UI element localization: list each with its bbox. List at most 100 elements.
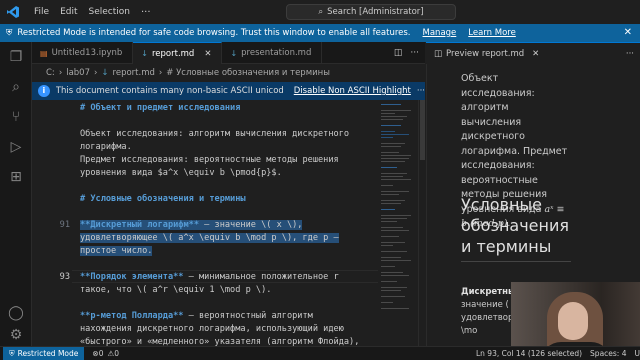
restricted-mode-banner: ⛨ Restricted Mode is intended for safe c… bbox=[0, 24, 640, 42]
search-icon[interactable]: ⌕ bbox=[7, 78, 25, 96]
code-line[interactable] bbox=[32, 258, 378, 270]
learn-more-link[interactable]: Learn More bbox=[468, 28, 516, 38]
account-icon[interactable]: ◯ bbox=[7, 304, 25, 322]
activity-bar: ❐ ⌕ ⑂ ▷ ⊞ ◯ ⚙ bbox=[0, 42, 32, 346]
code-line[interactable] bbox=[32, 115, 378, 127]
warnings-icon[interactable]: ⚠ bbox=[107, 349, 114, 358]
restricted-mode-indicator[interactable]: ⛨ Restricted Mode bbox=[3, 346, 85, 360]
tab-presentation[interactable]: ↓ presentation.md bbox=[222, 42, 323, 64]
minimap-line bbox=[381, 266, 395, 267]
cursor-position[interactable]: Ln 93, Col 14 (126 selected) bbox=[476, 349, 582, 358]
code-line[interactable]: такое, что \( a^r \equiv 1 \mod p \). bbox=[32, 284, 378, 296]
menu-edit[interactable]: Edit bbox=[60, 7, 77, 17]
minimap-line bbox=[381, 260, 411, 261]
code-line[interactable]: # Условные обозначения и термины bbox=[32, 193, 378, 205]
code-editor[interactable]: # Объект и предмет исследования Объект ис… bbox=[32, 100, 378, 346]
command-search-box[interactable]: ⌕ Search [Administrator] bbox=[286, 4, 456, 20]
minimap-line bbox=[381, 287, 407, 288]
minimap[interactable] bbox=[378, 100, 418, 346]
split-editor-icon[interactable]: ◫ bbox=[394, 48, 403, 58]
status-bar: ⛨ Restricted Mode ⊗ 0 ⚠ 0 Ln 93, Col 14 … bbox=[0, 346, 640, 360]
line-number: 91 bbox=[59, 220, 70, 230]
editor-scrollbar[interactable] bbox=[418, 100, 425, 346]
code-token: — вероятностный алгоритм bbox=[183, 311, 313, 321]
run-debug-icon[interactable]: ▷ bbox=[7, 138, 25, 156]
code-line[interactable]: уровнения вида $a^x \equiv b \pmod{p}$. bbox=[32, 167, 378, 179]
preview-icon: ◫ bbox=[434, 48, 443, 59]
code-token: # Условные обозначения и термины bbox=[80, 194, 246, 204]
minimap-line bbox=[381, 110, 411, 111]
unicode-warning-message: This document contains many non-basic AS… bbox=[55, 86, 284, 96]
code-line[interactable]: Объект исследования: алгоритм вычисления… bbox=[32, 128, 378, 140]
minimap-line bbox=[381, 275, 409, 276]
breadcrumb-drive[interactable]: C: bbox=[46, 68, 55, 78]
indentation[interactable]: Spaces: 4 bbox=[590, 349, 626, 358]
code-line[interactable]: # Объект и предмет исследования bbox=[32, 102, 378, 114]
close-tab-icon[interactable]: ✕ bbox=[532, 49, 539, 59]
search-label: Search [Administrator] bbox=[327, 7, 424, 17]
minimap-line bbox=[381, 236, 399, 237]
code-token: логарифма. bbox=[80, 142, 132, 152]
errors-count[interactable]: 0 bbox=[99, 349, 104, 358]
code-token: такое, что \( a^r \equiv 1 \mod p \). bbox=[80, 285, 272, 295]
code-line[interactable]: 91 **Дискретный логарифм** — значение \( … bbox=[32, 219, 378, 231]
restricted-mode-label: Restricted Mode bbox=[17, 349, 79, 358]
menu-file[interactable]: File bbox=[34, 7, 49, 17]
code-line[interactable]: «быстрого» и «медленного» указателя (алг… bbox=[32, 336, 378, 346]
vscode-logo-icon bbox=[6, 5, 20, 19]
code-text: логарифма. bbox=[80, 141, 132, 153]
code-line[interactable]: удовлетворяющее \( a^x \equiv b \mod p \… bbox=[32, 232, 378, 244]
warnings-count[interactable]: 0 bbox=[114, 349, 119, 358]
explorer-icon[interactable]: ❐ bbox=[7, 48, 25, 66]
code-token: простое число. bbox=[80, 246, 153, 256]
breadcrumb-folder[interactable]: lab07 bbox=[66, 68, 90, 78]
more-actions-icon[interactable]: ··· bbox=[410, 48, 419, 58]
shield-icon: ⛨ bbox=[6, 28, 13, 38]
menu-selection[interactable]: Selection bbox=[89, 7, 130, 17]
more-actions-icon[interactable]: ··· bbox=[626, 49, 634, 59]
code-line[interactable]: 93 **Порядок элемента** — минимальное пол… bbox=[32, 271, 378, 283]
close-icon[interactable]: ✕ bbox=[624, 27, 632, 38]
code-line[interactable] bbox=[32, 297, 378, 309]
code-text: удовлетворяющее \( a^x \equiv b \mod p \… bbox=[80, 232, 339, 244]
minimap-line bbox=[381, 191, 409, 192]
tab-report[interactable]: ↓ report.md ✕ bbox=[133, 42, 223, 64]
editor-tabs: ▤ Untitled13.ipynb ↓ report.md ✕ ↓ prese… bbox=[32, 42, 425, 64]
more-options-icon[interactable]: ··· bbox=[417, 86, 425, 96]
code-line[interactable]: нахождения дискретного логарифма, исполь… bbox=[32, 323, 378, 335]
tab-preview-report[interactable]: ◫ Preview report.md ✕ ··· bbox=[426, 42, 640, 64]
code-token: нахождения дискретного логарифма, исполь… bbox=[80, 324, 344, 334]
minimap-line bbox=[381, 203, 401, 204]
unicode-highlight-banner: i This document contains many non-basic … bbox=[32, 82, 425, 100]
code-token: удовлетворяющее \( a^x \equiv b \mod p \… bbox=[80, 233, 339, 243]
disable-ascii-highlight-link[interactable]: Disable Non ASCII Highlight bbox=[294, 86, 411, 96]
minimap-line bbox=[381, 221, 397, 222]
close-tab-icon[interactable]: ✕ bbox=[204, 49, 211, 59]
vscode-window: File Edit Selection ··· ← → ⌕ Search [Ad… bbox=[0, 0, 640, 360]
code-text: Объект исследования: алгоритм вычисления… bbox=[80, 128, 349, 140]
code-line[interactable] bbox=[32, 180, 378, 192]
markdown-file-icon: ↓ bbox=[141, 49, 148, 58]
code-line[interactable]: **p-метод Полларда** — вероятностный алг… bbox=[32, 310, 378, 322]
scrollbar-thumb[interactable] bbox=[420, 100, 425, 160]
extensions-icon[interactable]: ⊞ bbox=[7, 168, 25, 186]
manage-gear-icon[interactable]: ⚙ bbox=[7, 326, 25, 344]
tab-untitled13[interactable]: ▤ Untitled13.ipynb bbox=[32, 42, 134, 64]
code-token: Объект исследования: алгоритм вычисления… bbox=[80, 129, 350, 139]
menu-more-icon[interactable]: ··· bbox=[141, 7, 151, 18]
source-control-icon[interactable]: ⑂ bbox=[7, 108, 25, 126]
code-text: # Условные обозначения и термины bbox=[80, 193, 246, 205]
notebook-file-icon: ▤ bbox=[40, 48, 48, 58]
code-line[interactable] bbox=[32, 206, 378, 218]
minimap-line bbox=[381, 143, 405, 144]
code-line[interactable]: логарифма. bbox=[32, 141, 378, 153]
preview-bold-term: Дискретны bbox=[461, 287, 516, 297]
manage-link[interactable]: Manage bbox=[423, 28, 457, 38]
code-line[interactable]: простое число. bbox=[32, 245, 378, 257]
code-line[interactable]: Предмет исследования: вероятностные мето… bbox=[32, 154, 378, 166]
code-token: # Объект и предмет исследования bbox=[80, 103, 241, 113]
encoding[interactable]: U bbox=[635, 349, 640, 358]
code-text: **Дискретный логарифм** — значение \( x … bbox=[80, 219, 303, 231]
breadcrumb-section[interactable]: # Условные обозначения и термины bbox=[166, 68, 330, 78]
breadcrumb-file[interactable]: report.md bbox=[113, 68, 155, 78]
